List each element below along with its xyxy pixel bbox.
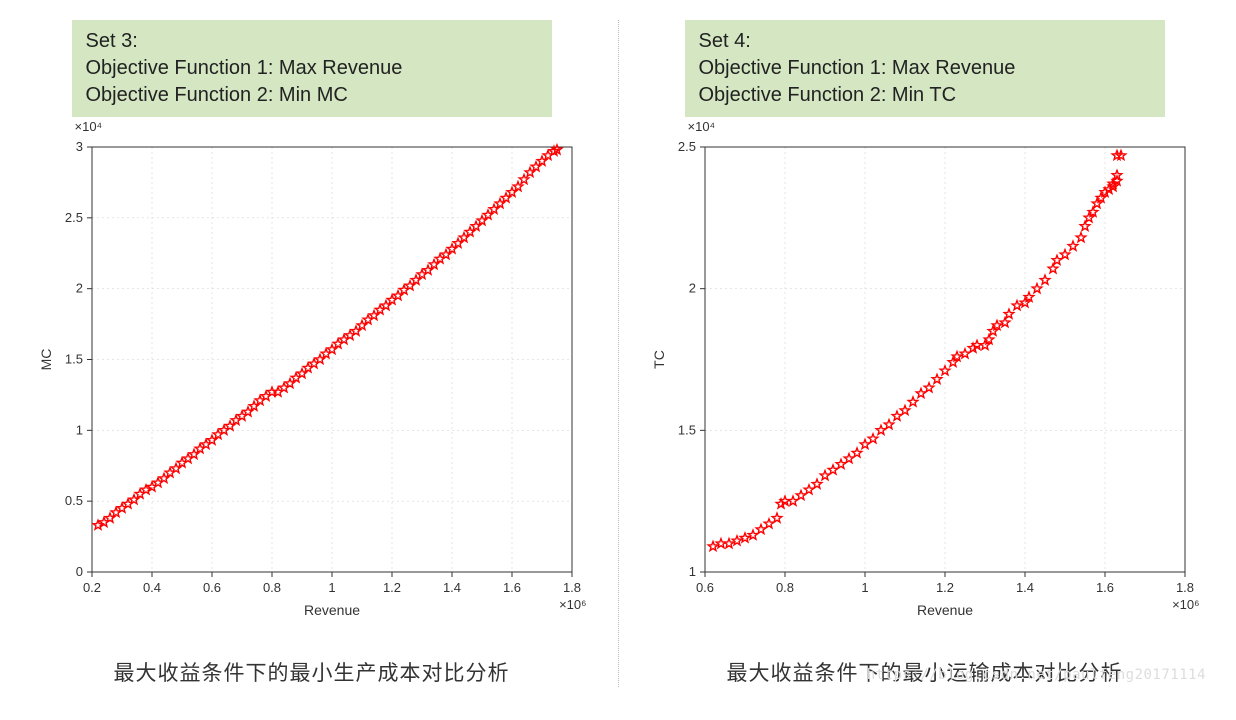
svg-text:3: 3	[75, 139, 82, 154]
svg-text:0.4: 0.4	[142, 580, 160, 595]
svg-text:TC: TC	[651, 350, 667, 369]
chart-set4: ×10⁴ 0.60.811.21.41.61.811.522.5RevenueT…	[650, 137, 1200, 632]
header-set3: Set 3:Objective Function 1: Max RevenueO…	[72, 20, 552, 117]
watermark: https://blog.csdn.net/paulfeng20171114	[867, 667, 1206, 683]
svg-text:1.2: 1.2	[382, 580, 400, 595]
svg-text:0.6: 0.6	[202, 580, 220, 595]
x-exponent: ×10⁶	[559, 597, 586, 612]
svg-text:1.6: 1.6	[1095, 580, 1113, 595]
svg-text:Revenue: Revenue	[303, 602, 359, 618]
svg-text:1.5: 1.5	[677, 422, 695, 437]
panel-divider	[618, 20, 619, 687]
svg-text:1.4: 1.4	[442, 580, 460, 595]
caption-set3: 最大收益条件下的最小生产成本对比分析	[114, 657, 510, 687]
svg-text:1.2: 1.2	[935, 580, 953, 595]
svg-text:0.8: 0.8	[775, 580, 793, 595]
svg-text:0.8: 0.8	[262, 580, 280, 595]
y-exponent: ×10⁴	[75, 119, 103, 134]
y-exponent: ×10⁴	[688, 119, 716, 134]
svg-text:0.2: 0.2	[82, 580, 100, 595]
svg-text:2: 2	[688, 281, 695, 296]
svg-text:1.6: 1.6	[502, 580, 520, 595]
panel-set4: Set 4:Objective Function 1: Max RevenueO…	[633, 20, 1216, 687]
chart-set3: ×10⁴ 0.20.40.60.811.21.41.61.800.511.522…	[37, 137, 587, 632]
svg-text:1.8: 1.8	[1175, 580, 1193, 595]
svg-text:2: 2	[75, 281, 82, 296]
svg-text:1.4: 1.4	[1015, 580, 1033, 595]
svg-text:MC: MC	[38, 349, 54, 371]
svg-text:0.6: 0.6	[695, 580, 713, 595]
header-set4: Set 4:Objective Function 1: Max RevenueO…	[685, 20, 1165, 117]
svg-text:1: 1	[861, 580, 868, 595]
svg-text:1.5: 1.5	[64, 352, 82, 367]
svg-text:2.5: 2.5	[64, 210, 82, 225]
svg-text:0: 0	[75, 564, 82, 579]
svg-text:0.5: 0.5	[64, 493, 82, 508]
x-exponent: ×10⁶	[1172, 597, 1199, 612]
panel-set3: Set 3:Objective Function 1: Max RevenueO…	[20, 20, 603, 687]
svg-text:Revenue: Revenue	[916, 602, 972, 618]
svg-text:1: 1	[688, 564, 695, 579]
svg-text:2.5: 2.5	[677, 139, 695, 154]
svg-text:1: 1	[328, 580, 335, 595]
svg-text:1: 1	[75, 422, 82, 437]
svg-text:1.8: 1.8	[562, 580, 580, 595]
